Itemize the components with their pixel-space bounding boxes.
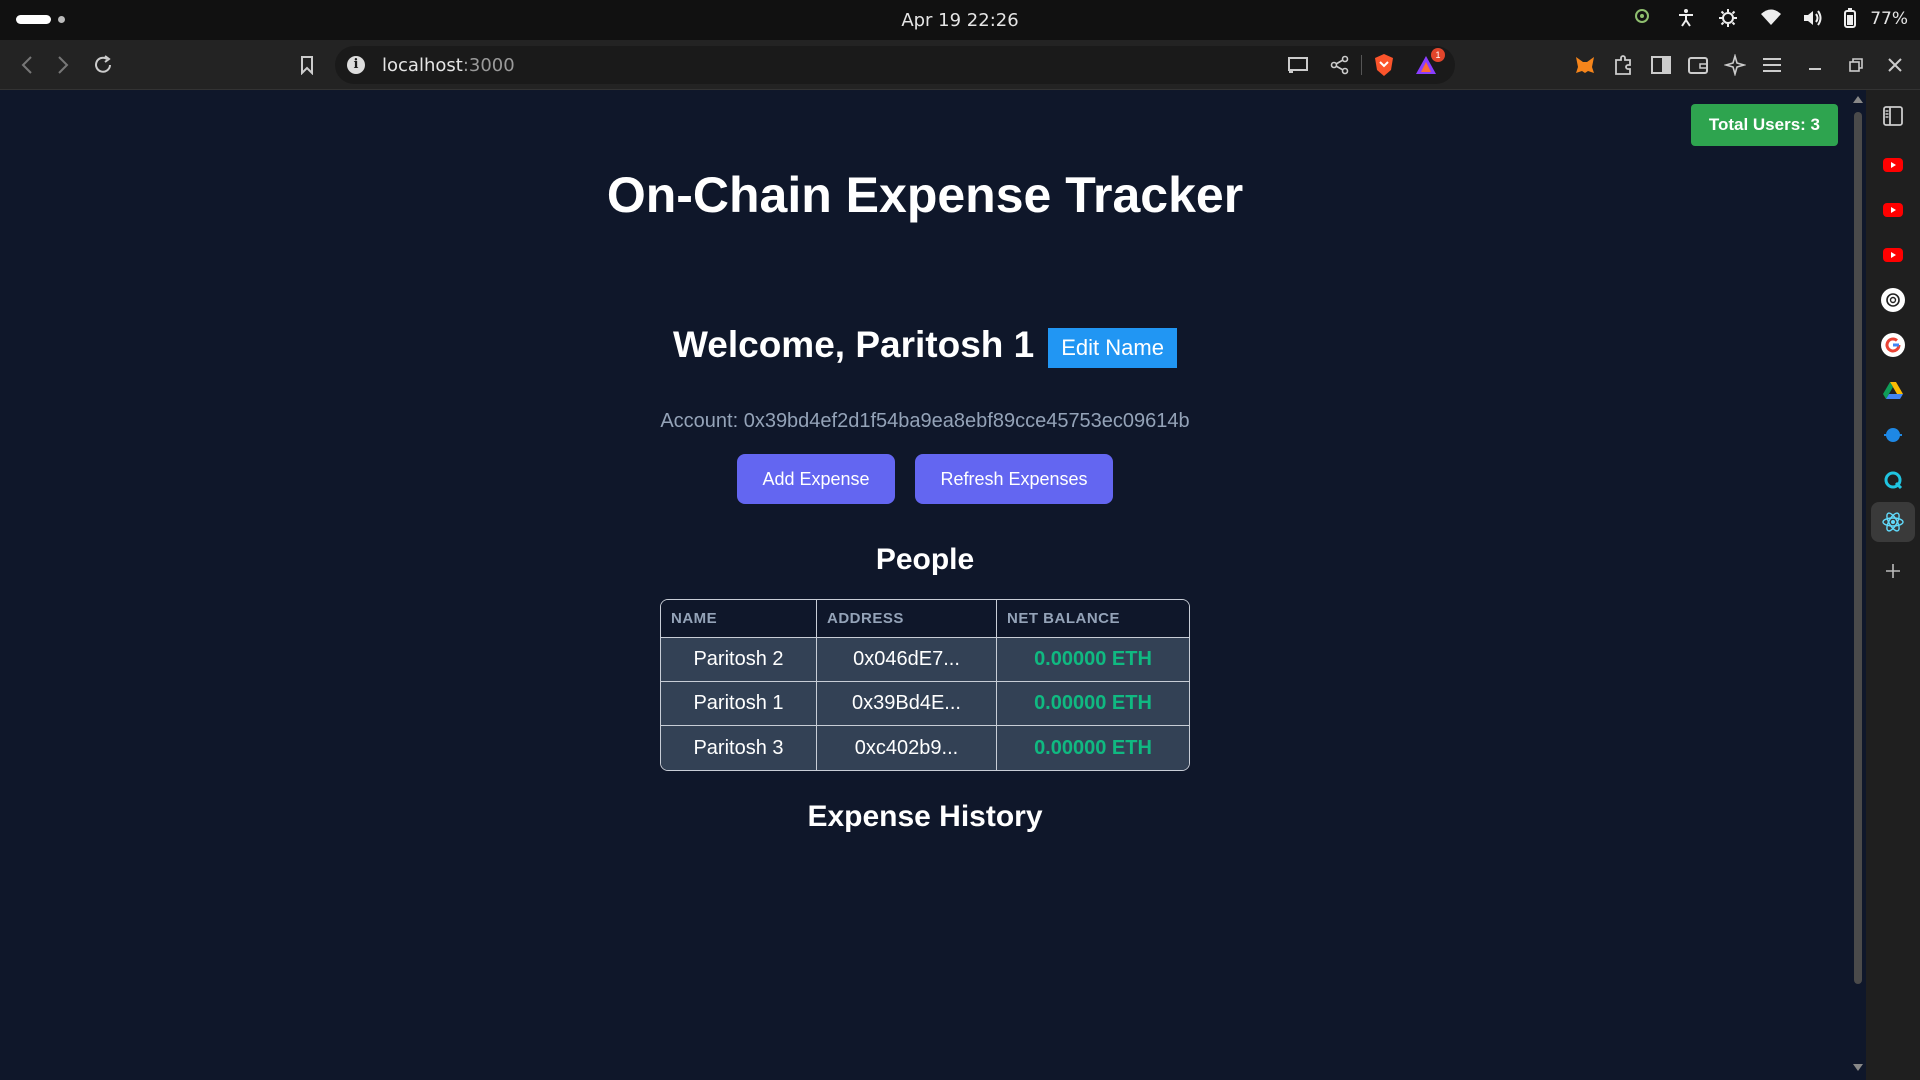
url-text[interactable]: localhost:3000 [382,55,515,76]
page-content: Total Users: 3 On-Chain Expense Tracker … [0,90,1850,1080]
google-drive-icon[interactable] [1881,378,1905,402]
scroll-up-icon[interactable] [1853,96,1863,103]
person-address: 0x046dE7... [817,638,997,682]
add-expense-button[interactable]: Add Expense [737,454,895,504]
restore-icon[interactable] [1841,50,1871,80]
battery-icon[interactable] [1844,8,1866,30]
edit-name-button[interactable]: Edit Name [1048,328,1177,368]
column-header-name: NAME [661,600,817,638]
refresh-expenses-button[interactable]: Refresh Expenses [915,454,1113,504]
chatgpt-icon[interactable] [1881,288,1905,312]
table-row: Paritosh 2 0x046dE7... 0.00000 ETH [661,638,1189,682]
browser-toolbar: i localhost:3000 1 [0,40,1920,90]
screen-share-icon[interactable] [1634,8,1656,30]
wifi-icon[interactable] [1760,8,1782,30]
add-sidebar-item-icon[interactable] [1881,559,1905,583]
person-balance: 0.00000 ETH [997,638,1189,682]
account-address: Account: 0x39bd4ef2d1f54ba9ea8ebf89cce45… [660,410,1190,432]
person-name: Paritosh 3 [661,726,817,770]
close-icon[interactable] [1880,50,1910,80]
person-balance: 0.00000 ETH [997,682,1189,726]
address-bar[interactable]: i localhost:3000 1 [335,46,1455,84]
browser-sidebar [1866,90,1920,1080]
forward-icon[interactable] [48,50,78,80]
table-row: Paritosh 3 0xc402b9... 0.00000 ETH [661,726,1189,770]
sidebar-toggle-icon[interactable] [1646,50,1676,80]
expense-history-heading: Expense History [807,800,1043,833]
youtube-icon[interactable] [1881,153,1905,177]
os-top-bar: Apr 19 22:26 77% [0,0,1920,40]
page-scrollbar[interactable] [1850,90,1866,1080]
reload-icon[interactable] [88,50,118,80]
person-name: Paritosh 1 [661,682,817,726]
os-clock[interactable]: Apr 19 22:26 [0,10,1920,31]
menu-icon[interactable] [1757,50,1787,80]
google-icon[interactable] [1881,333,1905,357]
back-icon[interactable] [12,50,42,80]
extensions-icon[interactable] [1608,50,1638,80]
leo-ai-icon[interactable] [1720,50,1750,80]
share-icon[interactable] [1327,52,1353,78]
scroll-down-icon[interactable] [1853,1064,1863,1071]
brightness-icon[interactable] [1718,8,1740,30]
column-header-address: ADDRESS [817,600,997,638]
system-tray: 77% [1634,8,1908,30]
rewards-badge: 1 [1431,48,1445,62]
bookmark-icon[interactable] [292,50,322,80]
people-heading: People [875,543,975,576]
quillbot-icon[interactable] [1881,468,1905,492]
person-name: Paritosh 2 [661,638,817,682]
table-row: Paritosh 1 0x39Bd4E... 0.00000 ETH [661,682,1189,726]
welcome-heading: Welcome, Paritosh 1 [673,324,1035,365]
welcome-row: Welcome, Paritosh 1 Edit Name [0,322,1850,368]
youtube-icon[interactable] [1881,198,1905,222]
column-header-net-balance: NET BALANCE [997,600,1189,638]
people-table: NAME ADDRESS NET BALANCE Paritosh 2 0x04… [660,599,1190,771]
table-header-row: NAME ADDRESS NET BALANCE [661,600,1189,638]
page-title: On-Chain Expense Tracker [606,167,1244,223]
person-address: 0xc402b9... [817,726,997,770]
youtube-icon[interactable] [1881,243,1905,267]
battery-percent: 77% [1870,9,1908,29]
total-users-badge: Total Users: 3 [1690,104,1838,146]
volume-icon[interactable] [1802,8,1824,30]
scrollbar-thumb[interactable] [1854,112,1862,984]
cast-icon[interactable] [1285,52,1311,78]
accessibility-icon[interactable] [1676,8,1698,30]
metamask-icon[interactable] [1570,50,1600,80]
sidebar-panel-icon[interactable] [1881,104,1905,128]
web3-app-icon[interactable] [1881,423,1905,447]
person-address: 0x39Bd4E... [817,682,997,726]
react-devtools-icon[interactable] [1881,510,1905,534]
person-balance: 0.00000 ETH [997,726,1189,770]
toolbar-divider [1361,55,1362,75]
action-buttons: Add Expense Refresh Expenses [0,454,1850,504]
brave-shields-icon[interactable] [1371,52,1397,78]
wallet-icon[interactable] [1683,50,1713,80]
site-info-icon[interactable]: i [347,56,365,74]
minimize-icon[interactable] [1800,50,1830,80]
